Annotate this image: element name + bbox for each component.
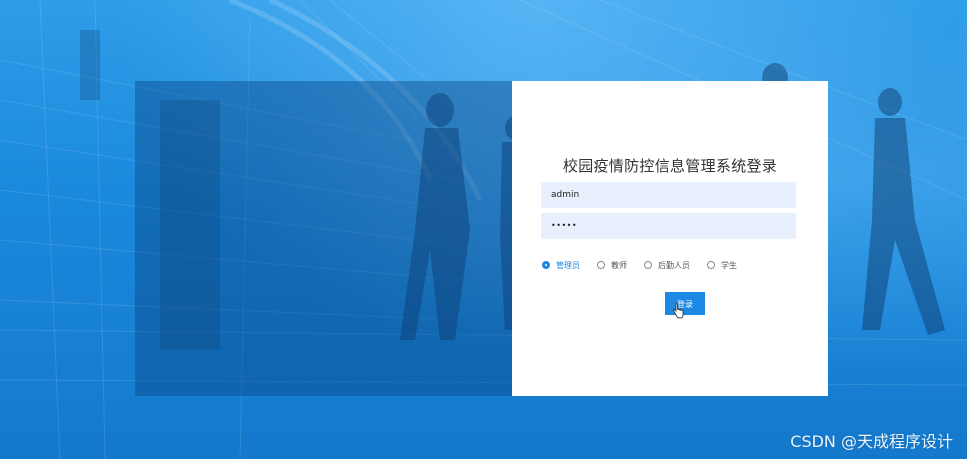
radio-unchecked-icon[interactable] [707, 261, 715, 269]
login-panel: 校园疫情防控信息管理系统登录 管理员 教师 后勤人员 学生 登录 [512, 81, 828, 396]
watermark-text: CSDN @天成程序设计 [790, 432, 953, 451]
left-overlay-panel [135, 81, 512, 396]
login-title: 校园疫情防控信息管理系统登录 [562, 157, 778, 175]
hand-cursor-icon [673, 303, 684, 319]
role-radio-group: 管理员 教师 后勤人员 学生 [542, 258, 754, 272]
role-option-teacher[interactable]: 教师 [597, 260, 627, 271]
role-label: 教师 [611, 260, 627, 270]
role-option-logistics[interactable]: 后勤人员 [644, 260, 690, 271]
role-label: 后勤人员 [658, 260, 690, 270]
role-label: 管理员 [556, 260, 580, 270]
password-input[interactable] [541, 213, 796, 239]
login-button[interactable]: 登录 [665, 292, 705, 315]
radio-unchecked-icon[interactable] [597, 261, 605, 269]
username-input[interactable] [541, 182, 796, 208]
radio-checked-icon[interactable] [542, 261, 550, 269]
role-label: 学生 [721, 260, 737, 270]
role-option-student[interactable]: 学生 [707, 260, 737, 271]
role-option-admin[interactable]: 管理员 [542, 260, 580, 271]
radio-unchecked-icon[interactable] [644, 261, 652, 269]
